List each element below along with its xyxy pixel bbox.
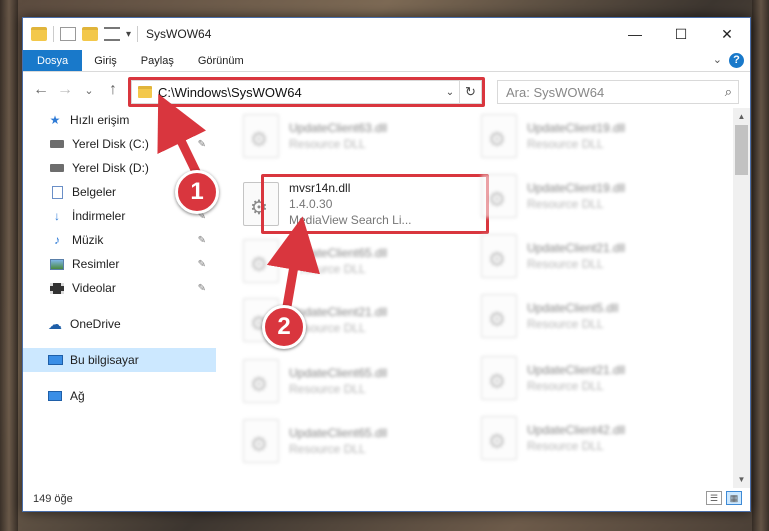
videos-icon [49,281,65,295]
drive-icon [49,161,65,175]
recent-locations-icon[interactable]: ⌄ [77,78,101,102]
quick-access-toolbar: ▾ [23,18,139,50]
scroll-down-icon[interactable]: ▼ [733,471,750,488]
sidebar-item-quick-access[interactable]: ★ Hızlı erişim [23,108,216,132]
dll-file-icon [243,239,279,283]
forward-button[interactable]: → [53,78,77,102]
tiles-view-icon[interactable]: ▦ [726,491,742,505]
ribbon-tabs: Dosya Giriş Paylaş Görünüm ⌄ ? [23,50,750,72]
dll-file-icon [481,174,517,218]
scroll-thumb[interactable] [735,125,748,175]
status-bar: 149 öğe ☰ ▦ [23,487,750,511]
list-item[interactable]: UpdateClient65.dllResource DLL [243,353,473,409]
network-icon [47,389,63,403]
list-item[interactable]: UpdateClient21.dllResource DLL [481,228,711,284]
list-item[interactable]: UpdateClient5.dllResource DLL [481,288,711,344]
file-highlight-box [261,174,489,234]
new-folder-icon[interactable] [82,27,98,41]
folder-icon [31,27,47,41]
search-icon[interactable]: ⌕ [725,84,732,100]
list-item[interactable]: UpdateClient65.dllResource DLL [243,413,473,469]
pin-icon[interactable]: ✎ [198,283,206,294]
tab-share[interactable]: Paylaş [129,50,186,71]
search-placeholder: Ara: SysWOW64 [506,84,605,100]
back-button[interactable]: ← [29,78,53,102]
dll-file-icon [481,114,517,158]
details-view-icon[interactable]: ☰ [706,491,722,505]
sidebar-item-music[interactable]: ♪ Müzik ✎ [23,228,216,252]
sidebar-item-disk-c[interactable]: Yerel Disk (C:) ✎ [23,132,216,156]
dll-file-icon [481,294,517,338]
drive-icon [49,137,65,151]
vertical-scrollbar[interactable]: ▲ ▼ [733,108,750,488]
sidebar-item-network[interactable]: Ağ [23,384,216,408]
pin-icon[interactable]: ✎ [198,139,206,150]
dll-file-icon [481,356,517,400]
sidebar-item-this-pc[interactable]: Bu bilgisayar [23,348,216,372]
dll-file-icon [481,234,517,278]
list-item[interactable]: UpdateClient19.dllResource DLL [481,168,711,224]
properties-icon[interactable] [60,27,76,41]
tab-file[interactable]: Dosya [23,50,83,71]
address-highlight-box [128,77,485,107]
navigation-pane: ★ Hızlı erişim Yerel Disk (C:) ✎ Yerel D… [23,108,216,488]
help-icon[interactable]: ? [729,53,744,68]
list-item[interactable]: UpdateClient63.dllResource DLL [243,108,473,164]
qa-dropdown-icon[interactable]: ▾ [126,29,131,40]
file-list: UpdateClient63.dllResource DLL mvsr14n.d… [233,108,733,478]
ribbon-expand-icon[interactable]: ⌄ [713,53,722,66]
tab-view[interactable]: Görünüm [186,50,256,71]
list-item[interactable]: UpdateClient21.dllResource DLL [481,350,711,406]
dll-file-icon [243,419,279,463]
minimize-button[interactable]: — [612,18,658,50]
navigation-bar: ← → ⌄ ↑ C:\Windows\SysWOW64 ⌄ ↻ Ara: Sys… [23,72,750,108]
pictures-icon [49,257,65,271]
title-bar[interactable]: ▾ SysWOW64 — ☐ ✕ [23,18,750,50]
window-title: SysWOW64 [146,27,212,41]
view-icon[interactable] [104,27,120,41]
scroll-up-icon[interactable]: ▲ [733,108,750,125]
download-icon: ↓ [54,209,60,223]
computer-icon [47,353,63,367]
maximize-button[interactable]: ☐ [658,18,704,50]
tab-home[interactable]: Giriş [82,50,129,71]
list-item[interactable]: UpdateClient19.dllResource DLL [481,108,711,164]
search-input[interactable]: Ara: SysWOW64 ⌕ [497,80,739,104]
dll-file-icon [243,359,279,403]
list-item[interactable]: UpdateClient42.dllResource DLL [481,410,711,466]
sidebar-item-pictures[interactable]: Resimler ✎ [23,252,216,276]
list-item[interactable]: UpdateClient65.dllResource DLL [243,233,473,289]
explorer-window: ▾ SysWOW64 — ☐ ✕ Dosya Giriş Paylaş Görü… [22,17,751,512]
close-button[interactable]: ✕ [704,18,750,50]
documents-icon [49,185,65,199]
item-count: 149 öğe [33,493,73,505]
sidebar-item-onedrive[interactable]: ☁ OneDrive [23,312,216,336]
dll-file-icon [481,416,517,460]
music-icon: ♪ [54,233,60,247]
pin-icon[interactable]: ✎ [198,235,206,246]
step-1-badge: 1 [175,170,219,214]
dll-file-icon [243,114,279,158]
up-button[interactable]: ↑ [101,78,125,102]
cloud-icon: ☁ [48,315,62,332]
step-2-badge: 2 [262,305,306,349]
sidebar-item-videos[interactable]: Videolar ✎ [23,276,216,300]
star-icon: ★ [49,113,61,127]
pin-icon[interactable]: ✎ [198,259,206,270]
